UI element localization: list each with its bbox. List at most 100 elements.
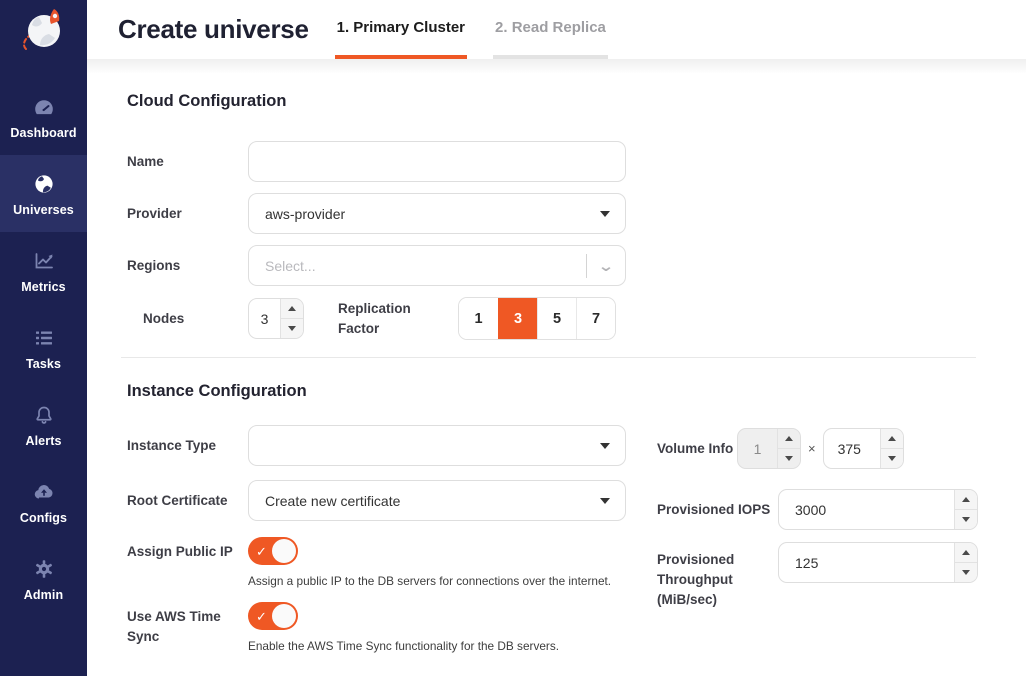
assign-public-ip-toggle[interactable]: ✓ bbox=[248, 537, 298, 565]
universe-icon bbox=[32, 171, 56, 197]
instance-config-left-column: Instance Type Root Certificate bbox=[127, 425, 657, 664]
nodes-decrement-button[interactable] bbox=[281, 318, 303, 338]
replication-factor-label: Replication Factor bbox=[338, 299, 436, 339]
sidebar-item-universes[interactable]: Universes bbox=[0, 155, 87, 232]
cloud-configuration-heading: Cloud Configuration bbox=[127, 92, 976, 111]
sidebar-item-tasks[interactable]: Tasks bbox=[0, 309, 87, 386]
replication-factor-group: 1 3 5 7 bbox=[458, 297, 616, 340]
chevron-down-icon: ⌄ bbox=[580, 257, 631, 275]
provisioned-iops-row: Provisioned IOPS bbox=[657, 489, 978, 530]
check-icon: ✓ bbox=[256, 545, 267, 558]
metrics-icon bbox=[32, 248, 56, 274]
sidebar-item-label: Admin bbox=[24, 588, 63, 602]
tab-primary-cluster[interactable]: 1. Primary Cluster bbox=[335, 0, 467, 59]
iops-increment-button[interactable] bbox=[955, 490, 977, 509]
provisioned-throughput-stepper bbox=[778, 542, 978, 583]
check-icon: ✓ bbox=[256, 610, 267, 623]
provisioned-throughput-input[interactable] bbox=[779, 543, 954, 582]
admin-icon bbox=[32, 556, 56, 582]
volume-size-increment-button[interactable] bbox=[881, 429, 903, 448]
multiply-symbol: × bbox=[808, 441, 816, 456]
nodes-increment-button[interactable] bbox=[281, 299, 303, 318]
sidebar-item-admin[interactable]: Admin bbox=[0, 540, 87, 617]
assign-public-ip-row: Assign Public IP ✓ Assign a public IP to… bbox=[127, 537, 657, 588]
instance-type-row: Instance Type bbox=[127, 425, 657, 466]
configs-icon bbox=[32, 479, 56, 505]
throughput-decrement-button[interactable] bbox=[955, 562, 977, 582]
chevron-down-icon bbox=[600, 498, 610, 504]
planet-rocket-logo-icon bbox=[18, 5, 70, 57]
universe-name-input[interactable] bbox=[248, 141, 626, 182]
volume-size-stepper bbox=[823, 428, 904, 469]
volume-count-decrement-button bbox=[778, 448, 800, 468]
nodes-label: Nodes bbox=[127, 309, 248, 329]
assign-public-ip-label: Assign Public IP bbox=[127, 537, 248, 562]
volume-info-label: Volume Info bbox=[657, 439, 737, 459]
sidebar-item-label: Dashboard bbox=[10, 126, 76, 140]
sidebar-item-alerts[interactable]: Alerts bbox=[0, 386, 87, 463]
wizard-tabs: 1. Primary Cluster 2. Read Replica bbox=[335, 0, 634, 59]
instance-type-dropdown[interactable] bbox=[248, 425, 626, 466]
sidebar-item-metrics[interactable]: Metrics bbox=[0, 232, 87, 309]
assign-public-ip-help-text: Assign a public IP to the DB servers for… bbox=[248, 574, 626, 588]
form-content: Cloud Configuration Name Provider aws-pr… bbox=[87, 74, 1026, 676]
replication-factor-option-1[interactable]: 1 bbox=[459, 298, 498, 339]
chevron-down-icon bbox=[600, 211, 610, 217]
page-title: Create universe bbox=[118, 14, 309, 45]
tasks-icon bbox=[32, 325, 56, 351]
name-row: Name bbox=[127, 141, 976, 182]
volume-count-stepper bbox=[737, 428, 801, 469]
sidebar-item-configs[interactable]: Configs bbox=[0, 463, 87, 540]
replication-factor-option-5[interactable]: 5 bbox=[537, 298, 576, 339]
alerts-icon bbox=[32, 402, 56, 428]
regions-row: Regions Select... ⌄ bbox=[127, 245, 976, 286]
use-aws-time-sync-label: Use AWS Time Sync bbox=[127, 602, 248, 647]
provider-row: Provider aws-provider bbox=[127, 193, 976, 234]
regions-placeholder: Select... bbox=[249, 258, 586, 274]
regions-label: Regions bbox=[127, 256, 248, 276]
volume-count-increment-button bbox=[778, 429, 800, 448]
root-certificate-row: Root Certificate Create new certificate bbox=[127, 480, 657, 521]
regions-multiselect[interactable]: Select... ⌄ bbox=[248, 245, 626, 286]
provider-dropdown[interactable]: aws-provider bbox=[248, 193, 626, 234]
provider-value: aws-provider bbox=[265, 206, 345, 222]
toggle-knob bbox=[272, 539, 296, 563]
volume-count-input bbox=[738, 429, 777, 468]
nodes-row: Nodes Replication Factor 1 3 5 bbox=[127, 297, 976, 340]
iops-decrement-button[interactable] bbox=[955, 509, 977, 529]
nodes-input[interactable] bbox=[249, 299, 280, 338]
sidebar-item-label: Universes bbox=[13, 203, 74, 217]
instance-type-label: Instance Type bbox=[127, 436, 248, 456]
throughput-increment-button[interactable] bbox=[955, 543, 977, 562]
use-aws-time-sync-toggle[interactable]: ✓ bbox=[248, 602, 298, 630]
instance-configuration-heading: Instance Configuration bbox=[127, 382, 976, 401]
volume-size-input[interactable] bbox=[824, 429, 880, 468]
toggle-knob bbox=[272, 604, 296, 628]
sidebar-nav: Dashboard Universes bbox=[0, 78, 87, 617]
sidebar: Dashboard Universes bbox=[0, 0, 87, 676]
root-certificate-dropdown[interactable]: Create new certificate bbox=[248, 480, 626, 521]
header-shadow bbox=[87, 59, 1026, 74]
tab-read-replica[interactable]: 2. Read Replica bbox=[493, 0, 608, 59]
volume-info-row: Volume Info × bbox=[657, 428, 978, 469]
sidebar-item-label: Metrics bbox=[21, 280, 65, 294]
sidebar-item-dashboard[interactable]: Dashboard bbox=[0, 78, 87, 155]
provisioned-throughput-label: Provisioned Throughput (MiB/sec) bbox=[657, 542, 778, 610]
provider-label: Provider bbox=[127, 204, 248, 224]
sidebar-item-label: Tasks bbox=[26, 357, 61, 371]
root-certificate-label: Root Certificate bbox=[127, 491, 248, 511]
provisioned-iops-label: Provisioned IOPS bbox=[657, 500, 778, 520]
app-logo[interactable] bbox=[0, 0, 87, 62]
chevron-down-icon bbox=[600, 443, 610, 449]
provisioned-iops-stepper bbox=[778, 489, 978, 530]
app-window: Dashboard Universes bbox=[0, 0, 1026, 676]
provisioned-iops-input[interactable] bbox=[779, 490, 954, 529]
replication-factor-option-3[interactable]: 3 bbox=[498, 298, 537, 339]
replication-factor-option-7[interactable]: 7 bbox=[576, 298, 615, 339]
root-certificate-value: Create new certificate bbox=[265, 493, 400, 509]
instance-config-right-column: Volume Info × bbox=[657, 425, 978, 664]
name-label: Name bbox=[127, 152, 248, 172]
volume-size-decrement-button[interactable] bbox=[881, 448, 903, 468]
sidebar-item-label: Alerts bbox=[25, 434, 61, 448]
dashboard-icon bbox=[32, 94, 56, 120]
